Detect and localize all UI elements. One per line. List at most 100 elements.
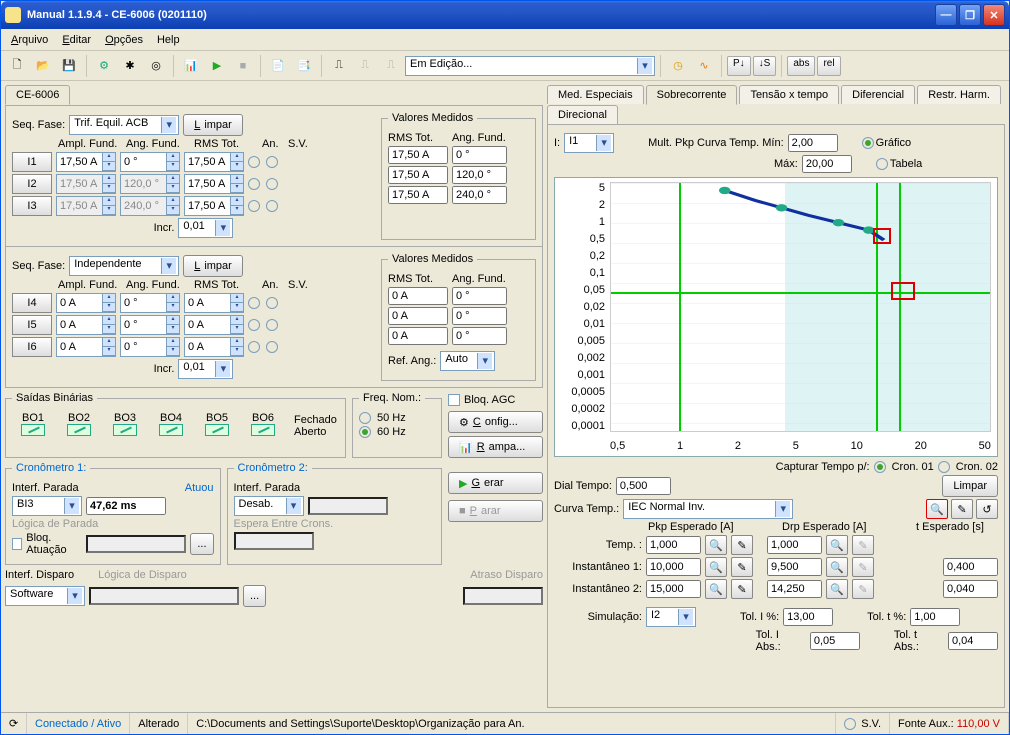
tab-ce6006[interactable]: CE-6006 <box>5 85 70 105</box>
i2-rms[interactable]: 17,50 A▴▾ <box>184 174 244 194</box>
play-icon[interactable]: ▶ <box>205 54 229 78</box>
freq60-radio[interactable] <box>359 426 371 438</box>
menu-editar[interactable]: Editar <box>62 34 91 46</box>
wave3-icon[interactable]: ⎍ <box>379 54 403 78</box>
i1-an-radio[interactable] <box>248 156 260 168</box>
bo6-switch[interactable] <box>251 424 275 436</box>
incr1-combo[interactable]: 0,01 <box>178 218 233 238</box>
tabela-radio[interactable] <box>876 158 888 170</box>
i1-rms[interactable]: 17,50 A▴▾ <box>184 152 244 172</box>
rel-button[interactable]: rel <box>817 56 840 76</box>
wave1-icon[interactable]: ⎍ <box>327 54 351 78</box>
tab-restr[interactable]: Restr. Harm. <box>917 85 1001 104</box>
i1-ang[interactable]: 0 °▴▾ <box>120 152 180 172</box>
temp-pkp[interactable] <box>646 536 701 554</box>
limpar-right-button[interactable]: Limpar <box>942 475 998 497</box>
i2-ang[interactable]: 120,0 °▴▾ <box>120 174 180 194</box>
cron1-more-button[interactable]: ... <box>190 533 213 555</box>
seqfase1-label: Seq. Fase: <box>12 119 65 131</box>
abs-button[interactable]: abs <box>787 56 815 76</box>
close-button[interactable]: ✕ <box>983 4 1005 26</box>
target-icon[interactable]: ◎ <box>144 54 168 78</box>
bo4-switch[interactable] <box>159 424 183 436</box>
chart-icon[interactable]: 📊 <box>179 54 203 78</box>
brush-icon[interactable]: ✎ <box>951 499 973 519</box>
bo1-switch[interactable] <box>21 424 45 436</box>
stop-icon[interactable]: ■ <box>231 54 255 78</box>
limpar1-button[interactable]: Limpar <box>183 114 243 136</box>
maximize-button[interactable]: ❐ <box>959 4 981 26</box>
limpar2-button[interactable]: Limpar <box>183 255 243 277</box>
curva-combo[interactable]: IEC Normal Inv. <box>623 499 793 519</box>
i1-sv-radio[interactable] <box>266 156 278 168</box>
cron01-radio[interactable] <box>874 461 886 473</box>
menu-opcoes[interactable]: Opções <box>105 34 143 46</box>
chart[interactable]: 5210,50,20,10,050,020,010,0050,0020,0010… <box>554 177 998 457</box>
inst2-pkp[interactable] <box>646 580 701 598</box>
cron1-val <box>86 497 166 515</box>
new-icon[interactable]: 🗋 <box>5 54 29 78</box>
network-icon[interactable]: ✱ <box>118 54 142 78</box>
rampa-button[interactable]: 📊 Rampa... <box>448 436 543 458</box>
menu-arquivo[interactable]: AArquivorquivo <box>11 34 48 46</box>
wave2-icon[interactable]: ⎍ <box>353 54 377 78</box>
bo3-switch[interactable] <box>113 424 137 436</box>
sim-combo[interactable]: I2 <box>646 607 696 627</box>
i5-button[interactable]: I5 <box>12 315 52 335</box>
seqfase2-combo[interactable]: Independente <box>69 256 179 276</box>
app-icon <box>5 7 21 23</box>
i1-amp[interactable]: 17,50 A▴▾ <box>56 152 116 172</box>
i1-button[interactable]: I1 <box>12 152 52 172</box>
i3-ang[interactable]: 240,0 °▴▾ <box>120 196 180 216</box>
grafico-radio[interactable] <box>862 137 874 149</box>
bloqagc-check[interactable] <box>448 394 460 406</box>
sine-icon[interactable]: ∿ <box>692 54 716 78</box>
i-combo[interactable]: I1 <box>564 133 614 153</box>
report-icon[interactable]: 📄 <box>266 54 290 78</box>
incr2-combo[interactable]: 0,01 <box>178 359 233 379</box>
i2-button[interactable]: I2 <box>12 174 52 194</box>
dial-input[interactable] <box>616 477 671 495</box>
bloq-atua-check[interactable] <box>12 538 22 550</box>
cron02-radio[interactable] <box>938 461 950 473</box>
bo5-switch[interactable] <box>205 424 229 436</box>
zoom1-icon[interactable]: 🔍 <box>705 535 727 555</box>
inst1-pkp[interactable] <box>646 558 701 576</box>
save-icon[interactable]: 💾 <box>57 54 81 78</box>
parar-button[interactable]: ■ Parar <box>448 500 543 522</box>
i6-button[interactable]: I6 <box>12 337 52 357</box>
menu-help[interactable]: Help <box>157 34 180 46</box>
brush1-icon[interactable]: ✎ <box>731 535 753 555</box>
gerar-button[interactable]: ▶ Gerar <box>448 472 543 494</box>
cron1-sel[interactable]: BI3 <box>12 496 82 516</box>
refresh-icon[interactable]: ↺ <box>976 499 998 519</box>
zoom-icon[interactable]: 🔍 <box>926 499 948 519</box>
hard-icon[interactable]: ⚙ <box>92 54 116 78</box>
cron2-sel[interactable]: Desab. <box>234 496 304 516</box>
s-button[interactable]: ↓S <box>753 56 777 76</box>
p-button[interactable]: P↓ <box>727 56 751 76</box>
mult-min-input[interactable] <box>788 134 838 152</box>
tab-med[interactable]: Med. Especiais <box>547 85 644 104</box>
minimize-button[interactable]: — <box>935 4 957 26</box>
i3-button[interactable]: I3 <box>12 196 52 216</box>
interf-disp-combo[interactable]: Software <box>5 586 85 606</box>
export-icon[interactable]: 📑 <box>292 54 316 78</box>
mode-combo[interactable]: Em Edição... <box>405 56 655 76</box>
i4-button[interactable]: I4 <box>12 293 52 313</box>
i3-amp[interactable]: 17,50 A▴▾ <box>56 196 116 216</box>
tab-sobre[interactable]: Sobrecorrente <box>646 85 738 105</box>
seqfase1-combo[interactable]: Trif. Equil. ACB <box>69 115 179 135</box>
mult-max-input[interactable] <box>802 155 852 173</box>
i2-amp[interactable]: 17,50 A▴▾ <box>56 174 116 194</box>
bo2-switch[interactable] <box>67 424 91 436</box>
open-icon[interactable]: 📂 <box>31 54 55 78</box>
i3-rms[interactable]: 17,50 A▴▾ <box>184 196 244 216</box>
tab-dif[interactable]: Diferencial <box>841 85 915 104</box>
freq50-radio[interactable] <box>359 412 371 424</box>
tab-tensao[interactable]: Tensão x tempo <box>739 85 839 104</box>
clock-icon[interactable]: ◷ <box>666 54 690 78</box>
config-button[interactable]: ⚙ Config... <box>448 411 543 433</box>
tab-dir[interactable]: Direcional <box>547 105 618 124</box>
refang-combo[interactable]: Auto <box>440 351 495 371</box>
